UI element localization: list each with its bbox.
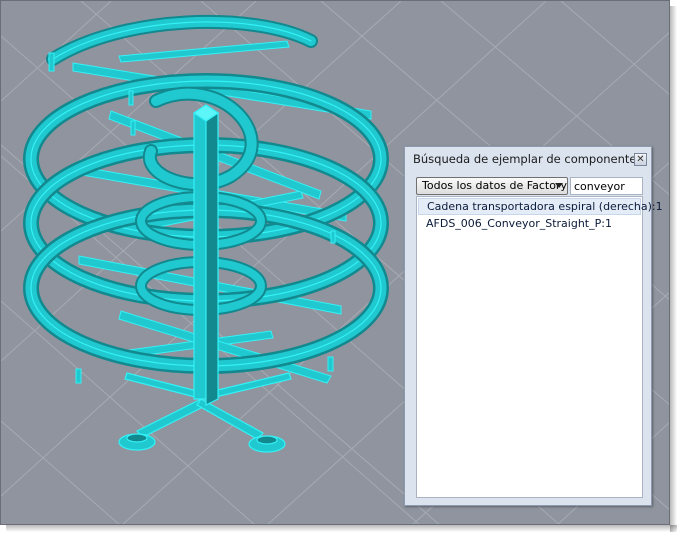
search-scope-value: Todos los datos de Factory xyxy=(422,179,567,192)
search-input[interactable] xyxy=(570,177,643,195)
center-column xyxy=(192,104,220,406)
result-item-label: AFDS_006_Conveyor_Straight_P:1 xyxy=(426,217,612,230)
window-shadow-bottom xyxy=(6,525,677,532)
result-item-label: Cadena transportadora espiral (derecha):… xyxy=(427,200,663,213)
chevron-down-icon xyxy=(555,183,563,188)
result-item[interactable]: AFDS_006_Conveyor_Straight_P:1 xyxy=(418,216,641,233)
search-scope-dropdown[interactable]: Todos los datos de Factory xyxy=(416,177,568,195)
window-shadow-right xyxy=(670,6,677,532)
component-instance-search-panel: Búsqueda de ejemplar de componente ✕ Tod… xyxy=(404,146,663,506)
result-item[interactable]: Cadena transportadora espiral (derecha):… xyxy=(418,198,663,215)
close-icon[interactable]: ✕ xyxy=(634,153,647,166)
panel-title: Búsqueda de ejemplar de componente xyxy=(413,152,637,166)
results-list[interactable]: Cadena transportadora espiral (derecha):… xyxy=(416,196,663,498)
